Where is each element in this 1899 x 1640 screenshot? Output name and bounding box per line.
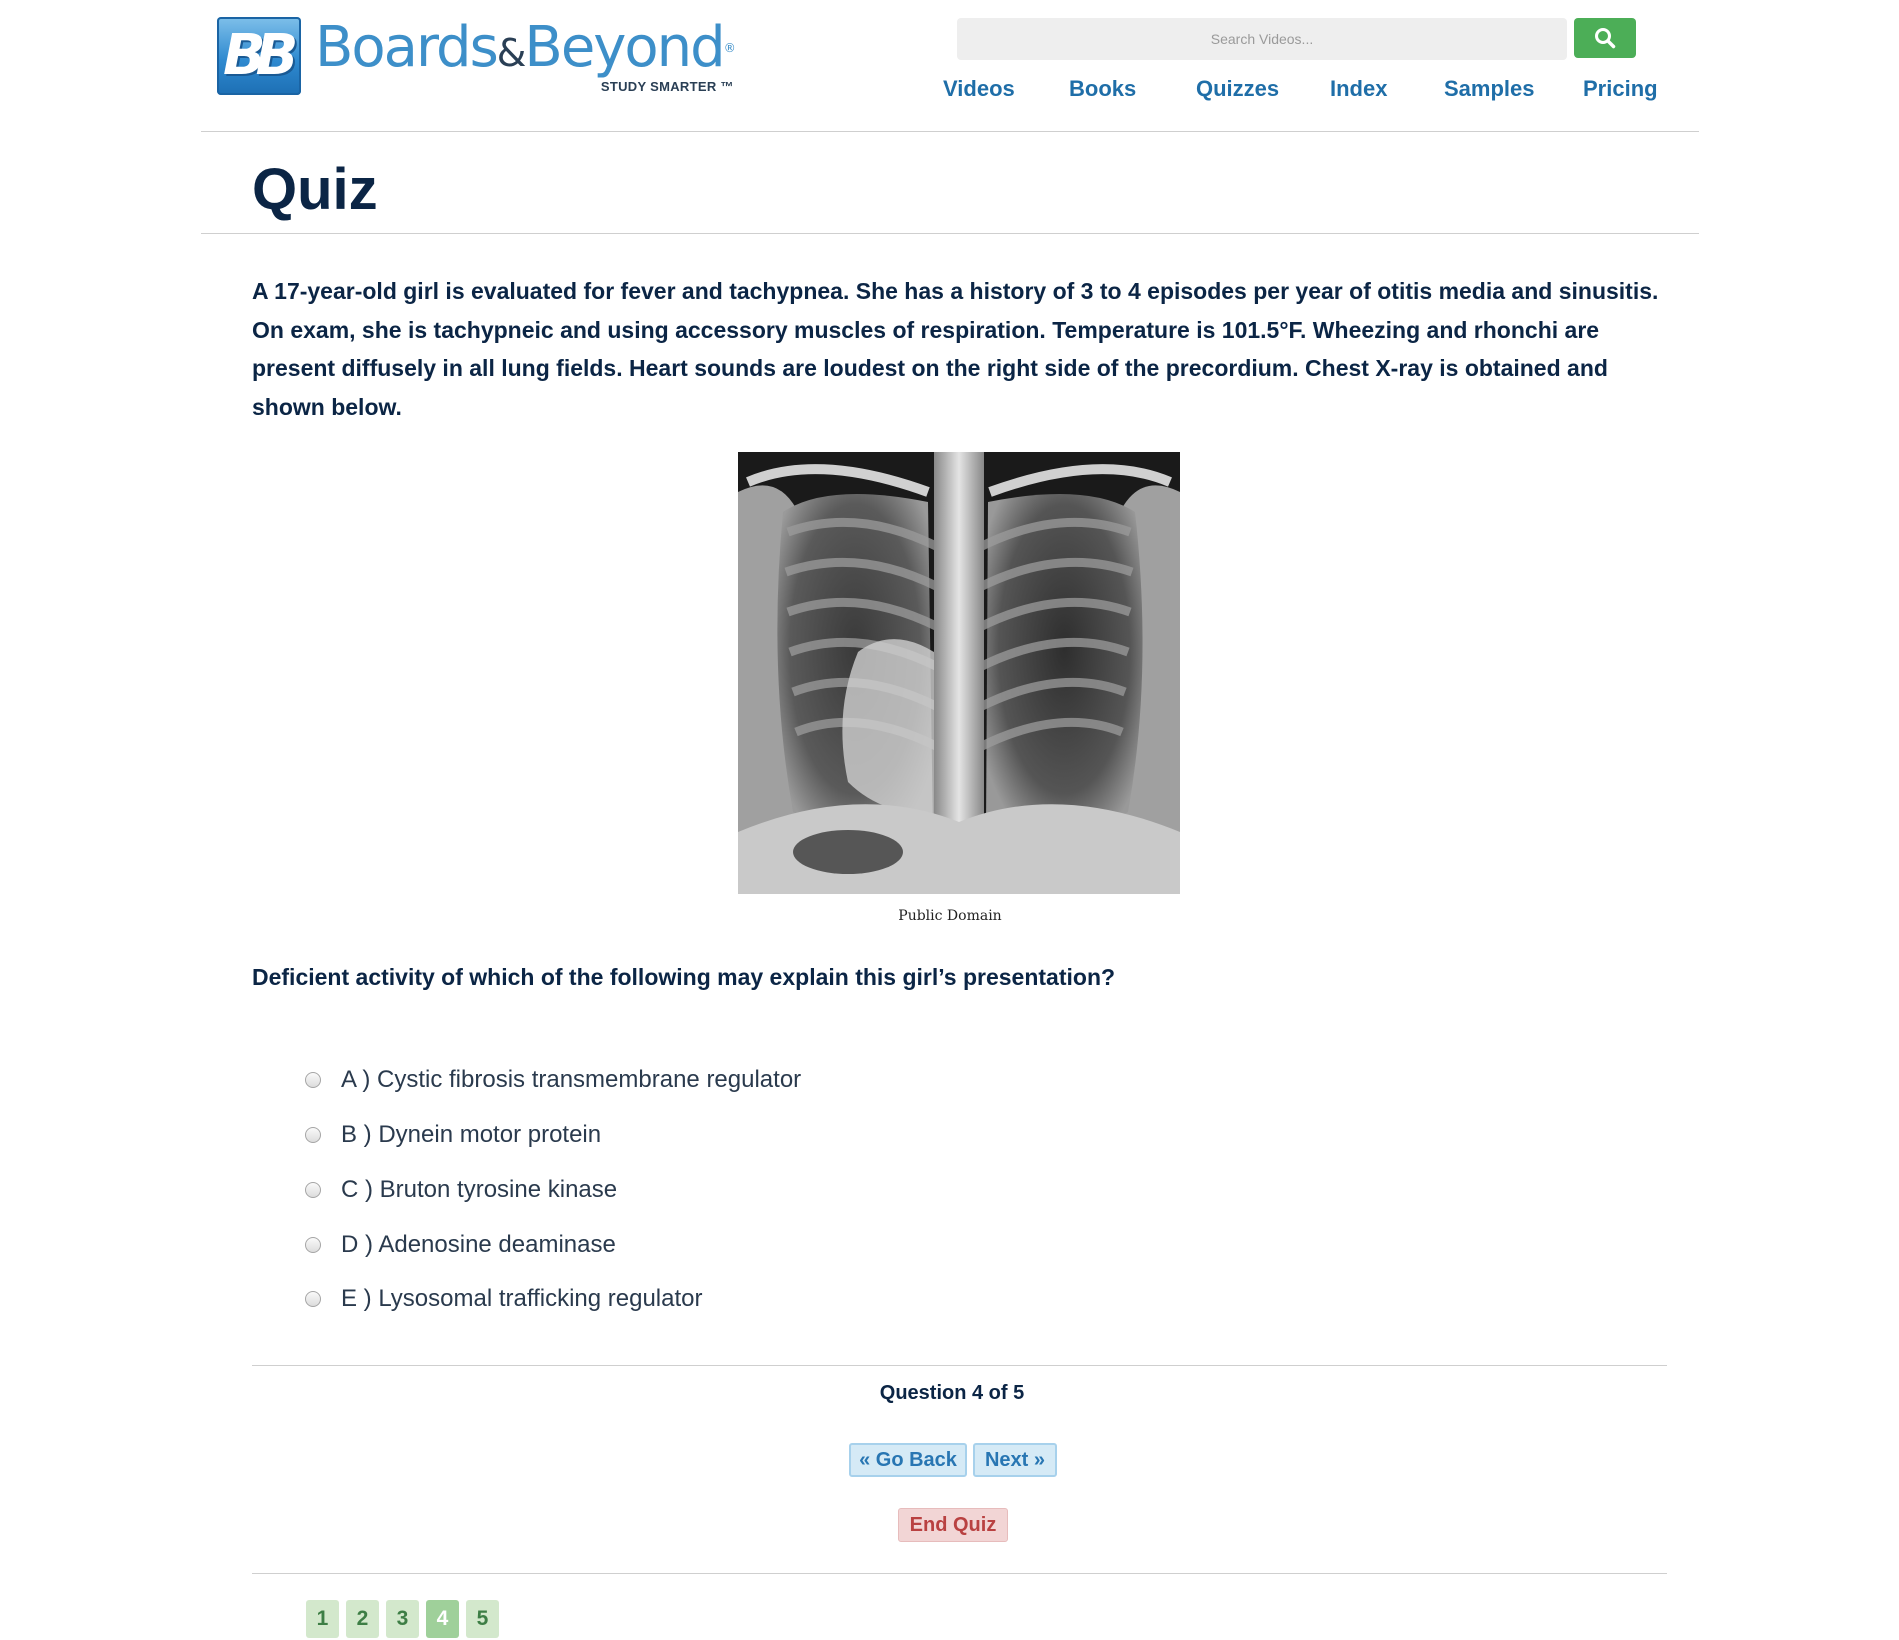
image-caption: Public Domain (898, 908, 1002, 924)
page-5-button[interactable]: 5 (466, 1600, 499, 1638)
option-d[interactable]: D ) Adenosine deaminase (305, 1225, 616, 1265)
option-label: E ) Lysosomal trafficking regulator (341, 1285, 703, 1312)
logo-wordmark: Boards&Beyond® STUDY SMARTER ™ (315, 15, 736, 95)
nav-index[interactable]: Index (1330, 76, 1387, 102)
option-label: A ) Cystic fibrosis transmembrane regula… (341, 1066, 802, 1093)
radio-button[interactable] (305, 1237, 321, 1253)
title-divider (201, 233, 1699, 234)
site-header: BB Boards&Beyond® STUDY SMARTER ™ Videos… (200, 0, 1700, 132)
radio-button[interactable] (305, 1182, 321, 1198)
option-b[interactable]: B ) Dynein motor protein (305, 1115, 601, 1155)
search-icon (1595, 28, 1616, 49)
next-button[interactable]: Next » (973, 1443, 1057, 1477)
page-2-button[interactable]: 2 (346, 1600, 379, 1638)
header-divider (201, 131, 1699, 132)
nav-videos[interactable]: Videos (943, 76, 1015, 102)
search-button[interactable] (1574, 18, 1636, 58)
options-divider (252, 1365, 1667, 1366)
chest-xray-image (738, 452, 1180, 894)
radio-button[interactable] (305, 1291, 321, 1307)
nav-books[interactable]: Books (1069, 76, 1136, 102)
brand-logo[interactable]: BB Boards&Beyond® STUDY SMARTER ™ (217, 15, 736, 95)
nav-pricing[interactable]: Pricing (1583, 76, 1658, 102)
radio-button[interactable] (305, 1127, 321, 1143)
page-3-button[interactable]: 3 (386, 1600, 419, 1638)
option-label: B ) Dynein motor protein (341, 1121, 602, 1148)
nav-quizzes[interactable]: Quizzes (1196, 76, 1279, 102)
main-nav: Videos Books Quizzes Index Samples Prici… (943, 76, 1683, 106)
option-label: C ) Bruton tyrosine kinase (341, 1176, 618, 1203)
question-counter: Question 4 of 5 (879, 1382, 1025, 1404)
page-4-button[interactable]: 4 (426, 1600, 459, 1638)
go-back-button[interactable]: « Go Back (849, 1443, 967, 1477)
search-input[interactable] (957, 18, 1567, 60)
option-e[interactable]: E ) Lysosomal trafficking regulator (305, 1279, 703, 1319)
question-prompt: Deficient activity of which of the follo… (252, 964, 1116, 990)
brand-tagline: STUDY SMARTER ™ (600, 79, 734, 94)
radio-button[interactable] (305, 1072, 321, 1088)
page-1-button[interactable]: 1 (306, 1600, 339, 1638)
xray-illustration (738, 452, 1180, 894)
logo-mark-icon: BB (217, 17, 301, 95)
nav-samples[interactable]: Samples (1444, 76, 1535, 102)
option-a[interactable]: A ) Cystic fibrosis transmembrane regula… (305, 1060, 801, 1100)
pager-divider (252, 1573, 1667, 1574)
option-c[interactable]: C ) Bruton tyrosine kinase (305, 1170, 617, 1210)
page-title: Quiz (252, 157, 378, 222)
option-label: D ) Adenosine deaminase (341, 1231, 616, 1258)
end-quiz-button[interactable]: End Quiz (898, 1508, 1008, 1542)
question-stem: A 17-year-old girl is evaluated for feve… (252, 278, 1659, 420)
